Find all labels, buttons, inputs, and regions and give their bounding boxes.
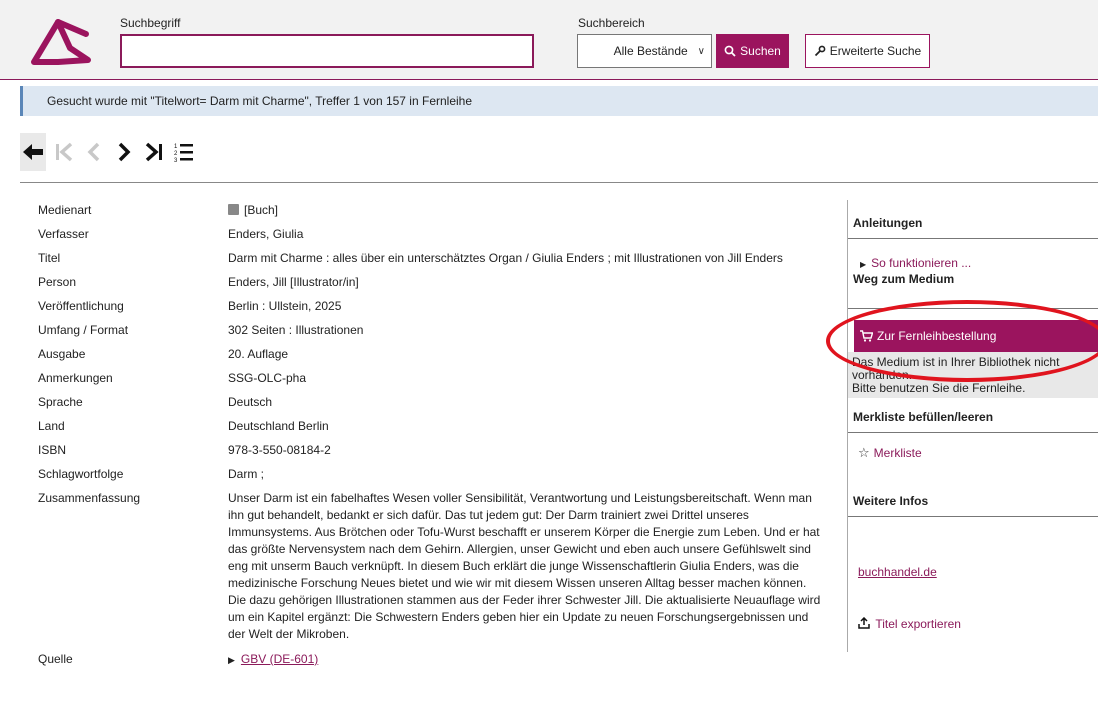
field-value: Deutsch	[228, 395, 273, 409]
sidebar-divider	[848, 432, 1098, 433]
search-info-bar: Gesucht wurde mit "Titelwort= Darm mit C…	[20, 86, 1098, 116]
export-icon	[858, 616, 870, 629]
field-value: Berlin : Ullstein, 2025	[228, 299, 342, 313]
record-navigation: 1 2 3	[20, 132, 196, 172]
field-row: Medienart [Buch]	[38, 202, 828, 218]
field-value: Darm ;	[228, 467, 264, 481]
field-label: Zusammenfassung	[38, 491, 141, 505]
numbered-list-icon: 1 2 3	[174, 144, 193, 163]
instructions-link-row: ▶ So funktionieren ...	[848, 239, 1098, 270]
field-label: Quelle	[38, 652, 73, 666]
field-label: Ausgabe	[38, 347, 86, 361]
svg-text:2: 2	[174, 151, 178, 157]
record-details: Medienart [Buch] Verfasser Enders, Giuli…	[38, 202, 828, 676]
sidebar-divider	[848, 308, 1098, 309]
arrow-left-icon	[23, 144, 43, 160]
result-list-button[interactable]: 1 2 3	[172, 137, 196, 167]
availability-note: Das Medium ist in Ihrer Bibliothek nicht…	[848, 352, 1098, 398]
first-record-button[interactable]	[52, 137, 76, 167]
source-link[interactable]: GBV (DE-601)	[241, 652, 318, 666]
field-row: Sprache Deutsch	[38, 394, 828, 410]
chevron-down-icon: ∨	[697, 45, 705, 57]
svg-text:3: 3	[174, 158, 178, 163]
key-icon	[814, 45, 826, 57]
sidebar-divider	[848, 516, 1098, 517]
previous-record-button[interactable]	[82, 137, 106, 167]
next-record-button[interactable]	[112, 137, 136, 167]
field-row: ISBN 978-3-550-08184-2	[38, 442, 828, 458]
last-icon	[145, 142, 162, 162]
field-value: Enders, Jill [Illustrator/in]	[228, 275, 359, 289]
watchlist-heading: Merkliste befüllen/leeren	[853, 410, 994, 424]
field-row: Zusammenfassung Unser Darm ist ein fabel…	[38, 490, 828, 643]
field-row: Veröffentlichung Berlin : Ullstein, 2025	[38, 298, 828, 314]
caret-right-icon: ▶	[228, 655, 235, 665]
caret-right-icon: ▶	[860, 260, 867, 269]
summary-text: Unser Darm ist ein fabelhaftes Wesen vol…	[228, 491, 821, 641]
search-button[interactable]: Suchen	[716, 34, 789, 68]
divider	[20, 182, 1098, 183]
field-label: Person	[38, 275, 77, 289]
field-label: Verfasser	[38, 227, 89, 241]
field-label: Titel	[38, 251, 61, 265]
field-label: Veröffentlichung	[38, 299, 124, 313]
field-row: Land Deutschland Berlin	[38, 418, 828, 434]
star-icon: ☆	[858, 445, 870, 460]
book-icon	[228, 204, 239, 215]
field-row: Titel Darm mit Charme : alles über ein u…	[38, 250, 828, 266]
field-value: Darm mit Charme : alles über ein untersc…	[228, 251, 783, 265]
field-label: Land	[38, 419, 65, 433]
instructions-heading: Anleitungen	[853, 216, 923, 230]
library-logo[interactable]	[28, 12, 98, 68]
interlibrary-loan-button[interactable]: Zur Fernleihbestellung	[854, 320, 1098, 352]
cart-icon	[860, 330, 873, 342]
field-value: Enders, Giulia	[228, 227, 304, 241]
field-row: Schlagwortfolge Darm ;	[38, 466, 828, 482]
bookshop-link[interactable]: buchhandel.de	[858, 565, 937, 579]
field-value: ▶ GBV (DE-601)	[228, 651, 823, 668]
field-value: 302 Seiten : Illustrationen	[228, 323, 364, 337]
field-value: Deutschland Berlin	[228, 419, 329, 433]
search-input[interactable]	[120, 34, 534, 68]
field-value: SSG-OLC-pha	[228, 371, 307, 385]
scope-selected: Alle Bestände	[613, 44, 688, 58]
field-row: Person Enders, Jill [Illustrator/in]	[38, 274, 828, 290]
field-label: ISBN	[38, 443, 67, 457]
field-row: Ausgabe 20. Auflage	[38, 346, 828, 362]
field-label: Anmerkungen	[38, 371, 113, 385]
chevron-right-icon	[118, 142, 131, 162]
field-row: Umfang / Format 302 Seiten : Illustratio…	[38, 322, 828, 338]
header: Suchbegriff Suchbereich Alle Bestände ∨ …	[0, 0, 1098, 80]
field-label: Umfang / Format	[38, 323, 129, 337]
svg-text:1: 1	[174, 144, 178, 150]
sidebar: Anleitungen ▶ So funktionieren ... Weg zu…	[847, 200, 1098, 652]
export-link[interactable]: Titel exportieren	[873, 617, 961, 631]
chevron-left-icon	[87, 142, 100, 162]
first-icon	[56, 142, 73, 162]
watchlist-link[interactable]: Merkliste	[874, 446, 922, 460]
field-label: Medienart	[38, 203, 92, 217]
field-row: Verfasser Enders, Giulia	[38, 226, 828, 242]
watchlist-link-row[interactable]: ☆ Merkliste	[858, 445, 922, 461]
back-button[interactable]	[20, 133, 46, 171]
last-record-button[interactable]	[142, 137, 166, 167]
export-link-row[interactable]: Titel exportieren	[858, 616, 961, 631]
field-value: 978-3-550-08184-2	[228, 443, 331, 457]
route-heading: Weg zum Medium	[853, 272, 955, 286]
field-value: [Buch]	[228, 202, 823, 218]
search-info-text: Gesucht wurde mit "Titelwort= Darm mit C…	[47, 94, 473, 108]
more-info-heading: Weitere Infos	[853, 494, 929, 508]
search-label: Suchbegriff	[120, 16, 181, 30]
field-row: Quelle ▶ GBV (DE-601)	[38, 651, 828, 668]
scope-select[interactable]: Alle Bestände ∨	[577, 34, 712, 68]
search-icon	[724, 45, 736, 57]
field-row: Anmerkungen SSG-OLC-pha	[38, 370, 828, 386]
instructions-link[interactable]: So funktionieren ...	[871, 256, 971, 270]
field-label: Sprache	[38, 395, 83, 409]
field-label: Schlagwortfolge	[38, 467, 124, 481]
advanced-search-button[interactable]: Erweiterte Suche	[805, 34, 930, 68]
scope-label: Suchbereich	[578, 16, 645, 30]
field-value: 20. Auflage	[228, 347, 289, 361]
